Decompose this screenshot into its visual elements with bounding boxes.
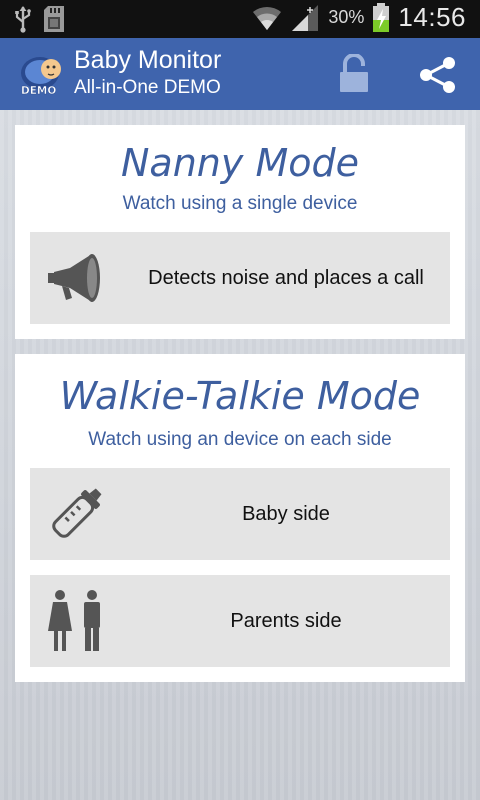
walkie-talkie-mode-title: Walkie-Talkie Mode [59, 374, 421, 418]
usb-icon [15, 6, 31, 33]
parents-side-button[interactable]: Parents side [30, 575, 450, 667]
wifi-icon [253, 6, 282, 30]
status-bar: 30% 14:56 [0, 0, 480, 38]
baby-side-label: Baby side [242, 502, 330, 525]
battery-charging-icon [373, 2, 390, 32]
status-system: 30% 14:56 [252, 2, 466, 33]
unlock-icon[interactable] [336, 54, 372, 94]
nanny-mode-title: Nanny Mode [121, 141, 359, 185]
nanny-mode-button[interactable]: Detects noise and places a call [30, 232, 450, 324]
signal-icon [292, 4, 319, 31]
battery-percentage: 30% [328, 7, 365, 27]
nanny-mode-label: Detects noise and places a call [148, 266, 424, 289]
baby-bottle-icon [52, 488, 102, 538]
nanny-mode-card: Nanny Mode Watch using a single device D… [15, 125, 465, 339]
logo-badge-text: DEMO [21, 85, 56, 97]
walkie-talkie-mode-card: Walkie-Talkie Mode Watch using an device… [15, 354, 465, 682]
parents-icon [48, 590, 100, 651]
baby-side-button[interactable]: Baby side [30, 468, 450, 560]
clock: 14:56 [398, 2, 466, 32]
sd-card-icon [44, 6, 64, 32]
action-bar: DEMO Baby Monitor All-in-One DEMO [0, 38, 480, 110]
app-logo-icon[interactable]: DEMO [18, 48, 68, 98]
app-title: Baby Monitor [74, 46, 222, 74]
parents-side-label: Parents side [230, 609, 342, 632]
status-notifications [14, 4, 68, 34]
walkie-talkie-mode-subtitle: Watch using an device on each side [88, 429, 392, 450]
megaphone-icon [48, 254, 100, 302]
share-icon[interactable] [418, 56, 458, 94]
app-subtitle: All-in-One DEMO [74, 77, 221, 98]
nanny-mode-subtitle: Watch using a single device [122, 193, 358, 214]
